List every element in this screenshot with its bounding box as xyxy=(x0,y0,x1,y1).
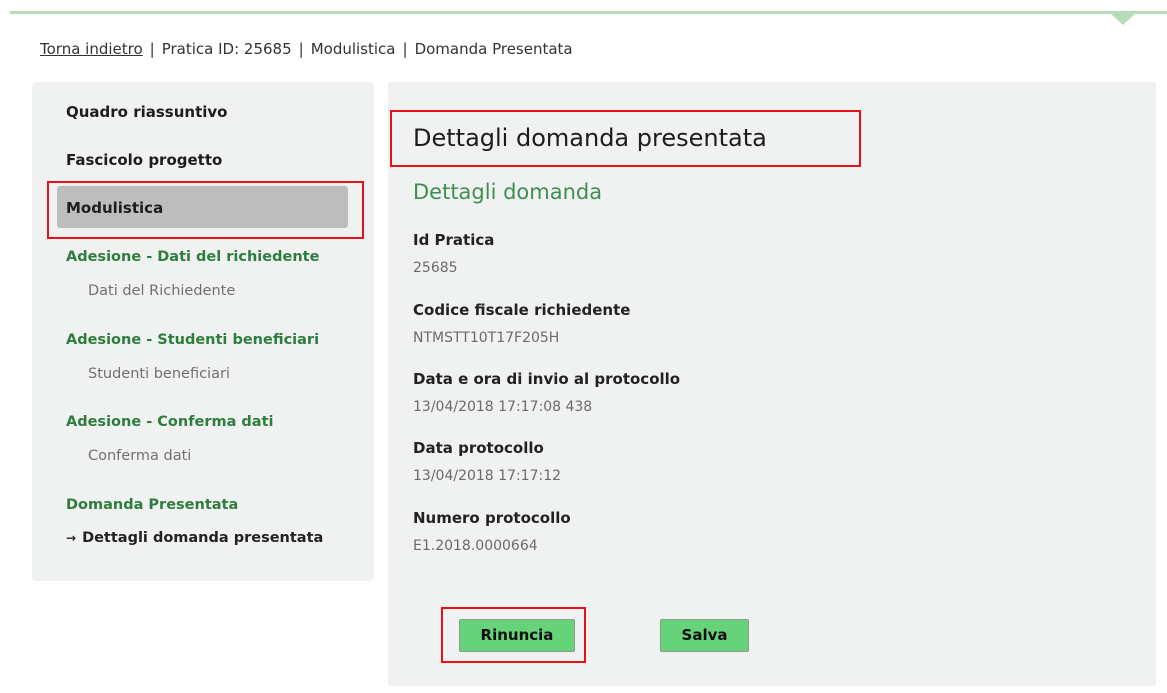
sidebar-section-domanda-presentata[interactable]: Domanda Presentata xyxy=(66,497,238,513)
breadcrumb-separator: | xyxy=(149,40,155,58)
highlight-rinuncia-button xyxy=(441,607,586,663)
sidebar-item-conferma-dati[interactable]: Conferma dati xyxy=(88,448,191,464)
breadcrumb-separator: | xyxy=(298,40,304,58)
highlight-page-title xyxy=(390,110,861,167)
field-label-numero-protocollo: Numero protocollo xyxy=(413,509,571,527)
field-label-id-pratica: Id Pratica xyxy=(413,231,495,249)
sidebar-item-fascicolo-progetto[interactable]: Fascicolo progetto xyxy=(66,151,222,169)
highlight-modulistica xyxy=(47,181,364,239)
top-notch xyxy=(1110,13,1136,25)
salva-button[interactable]: Salva xyxy=(660,619,749,652)
sidebar-section-studenti-beneficiari[interactable]: Adesione - Studenti beneficiari xyxy=(66,332,319,348)
field-value-data-protocollo: 13/04/2018 17:17:12 xyxy=(413,468,562,484)
breadcrumb-domanda: Domanda Presentata xyxy=(414,40,573,58)
top-divider xyxy=(10,11,1167,14)
field-value-id-pratica: 25685 xyxy=(413,260,458,276)
sidebar-section-dati-richiedente[interactable]: Adesione - Dati del richiedente xyxy=(66,249,319,265)
sidebar-item-dettagli-domanda-presentata[interactable]: → Dettagli domanda presentata xyxy=(66,530,323,546)
sidebar-item-quadro-riassuntivo[interactable]: Quadro riassuntivo xyxy=(66,103,227,121)
field-value-numero-protocollo: E1.2018.0000664 xyxy=(413,538,538,554)
field-label-codice-fiscale: Codice fiscale richiedente xyxy=(413,301,631,319)
breadcrumb-separator: | xyxy=(402,40,408,58)
sidebar-section-conferma-dati[interactable]: Adesione - Conferma dati xyxy=(66,414,274,430)
section-title: Dettagli domanda xyxy=(413,180,603,204)
sidebar-item-dati-richiedente[interactable]: Dati del Richiedente xyxy=(88,283,235,299)
sidebar-item-studenti-beneficiari[interactable]: Studenti beneficiari xyxy=(88,366,230,382)
field-label-data-protocollo: Data protocollo xyxy=(413,439,544,457)
field-value-codice-fiscale: NTMSTT10T17F205H xyxy=(413,330,560,346)
breadcrumb: Torna indietro | Pratica ID: 25685 | Modulis… xyxy=(40,40,573,58)
breadcrumb-modulistica: Modulistica xyxy=(310,40,396,58)
field-label-data-invio: Data e ora di invio al protocollo xyxy=(413,370,681,388)
back-link[interactable]: Torna indietro xyxy=(40,40,143,58)
breadcrumb-pratica: Pratica ID: 25685 xyxy=(161,40,292,58)
sidebar-current-label: Dettagli domanda presentata xyxy=(82,530,324,546)
arrow-right-icon: → xyxy=(66,531,77,545)
field-value-data-invio: 13/04/2018 17:17:08 438 xyxy=(413,399,593,415)
